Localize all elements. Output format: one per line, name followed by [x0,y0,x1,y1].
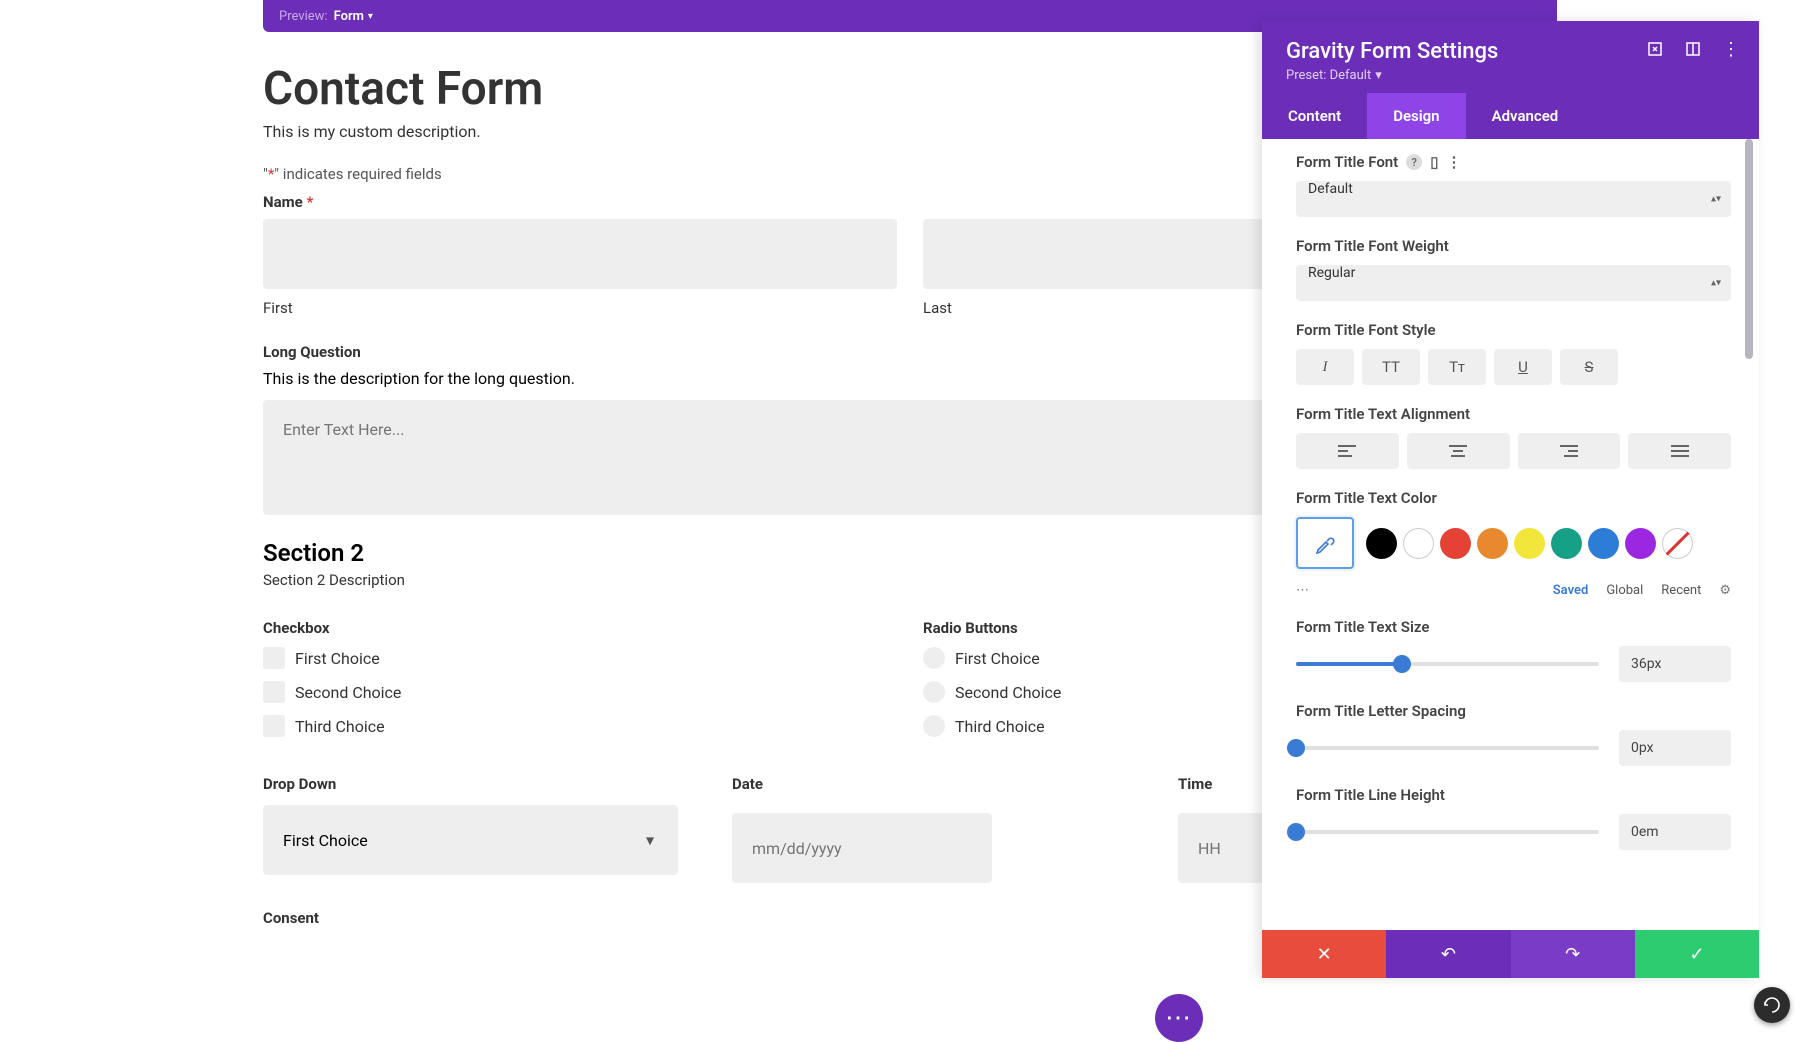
more-icon[interactable]: ⋮ [1447,153,1462,171]
uppercase-button[interactable]: TT [1362,349,1420,385]
help-bubble[interactable] [1754,987,1790,1023]
more-icon[interactable]: ⋮ [1723,41,1739,57]
panel-header: Gravity Form Settings Preset: Default▾ ⋮ [1262,21,1759,93]
lineheight-slider[interactable] [1296,822,1599,842]
first-name-input[interactable] [263,219,897,289]
eyedropper-button[interactable] [1296,517,1354,569]
color-swatch-none[interactable] [1662,528,1693,559]
checkbox-icon[interactable] [263,647,285,669]
color-swatch-white[interactable] [1403,528,1434,559]
checkbox-choice[interactable]: Third Choice [263,715,897,737]
dropdown-label: Drop Down [263,775,678,793]
redo-button[interactable]: ↷ [1511,930,1635,978]
dock-icon[interactable] [1685,41,1701,57]
weight-select[interactable]: Regular▴▾ [1296,265,1731,301]
radio-icon[interactable] [923,715,945,737]
color-swatch-red[interactable] [1440,528,1471,559]
style-label: Form Title Font Style [1296,321,1731,339]
checkbox-label: Checkbox [263,619,897,637]
color-swatch-yellow[interactable] [1514,528,1545,559]
lineheight-value[interactable]: 0em [1619,814,1731,850]
preview-label: Preview: [279,9,328,24]
preset-dropdown[interactable]: Preset: Default▾ [1286,68,1735,83]
dropdown-select[interactable]: ▾ [263,805,678,875]
weight-label: Form Title Font Weight [1296,237,1731,255]
close-button[interactable]: ✕ [1262,930,1386,978]
module-options-button[interactable]: ⋯ [1155,994,1203,1042]
italic-button[interactable]: I [1296,349,1354,385]
radio-icon[interactable] [923,647,945,669]
preview-value[interactable]: Form [334,9,364,24]
font-label: Form Title Font [1296,153,1398,171]
align-left-button[interactable] [1296,433,1399,469]
tab-content[interactable]: Content [1262,93,1367,139]
size-slider[interactable] [1296,654,1599,674]
dropdown-input[interactable] [263,805,678,875]
color-swatch-teal[interactable] [1551,528,1582,559]
size-label: Form Title Text Size [1296,618,1731,636]
settings-body: Form Title Font ? ▯ ⋮ Default▴▾ Form Tit… [1262,139,1759,930]
align-right-button[interactable] [1518,433,1621,469]
chevron-down-icon[interactable]: ▾ [368,11,373,22]
tab-advanced[interactable]: Advanced [1466,93,1759,139]
panel-footer: ✕ ↶ ↷ ✓ [1262,930,1759,978]
date-input[interactable] [732,813,992,883]
color-swatch-purple[interactable] [1625,528,1656,559]
color-swatch-black[interactable] [1366,528,1397,559]
alignment-label: Form Title Text Alignment [1296,405,1731,423]
font-select[interactable]: Default▴▾ [1296,181,1731,217]
color-tab-global[interactable]: Global [1606,583,1643,598]
color-tab-saved[interactable]: Saved [1553,583,1589,598]
color-swatch-blue[interactable] [1588,528,1619,559]
color-swatch-orange[interactable] [1477,528,1508,559]
checkbox-icon[interactable] [263,715,285,737]
align-justify-button[interactable] [1628,433,1731,469]
radio-icon[interactable] [923,681,945,703]
underline-button[interactable]: U [1494,349,1552,385]
chevron-down-icon: ▾ [1375,68,1382,83]
spacing-label: Form Title Letter Spacing [1296,702,1731,720]
tab-design[interactable]: Design [1367,93,1465,139]
spacing-value[interactable]: 0px [1619,730,1731,766]
spacing-slider[interactable] [1296,738,1599,758]
strikethrough-button[interactable]: S [1560,349,1618,385]
align-center-button[interactable] [1407,433,1510,469]
smallcaps-button[interactable]: Tᴛ [1428,349,1486,385]
undo-button[interactable]: ↶ [1386,930,1510,978]
expand-icon[interactable] [1647,41,1663,57]
gear-icon[interactable]: ⚙ [1719,583,1731,598]
help-icon[interactable]: ? [1406,154,1422,170]
checkbox-icon[interactable] [263,681,285,703]
more-colors-button[interactable]: ⋯ [1296,583,1535,598]
lineheight-label: Form Title Line Height [1296,786,1731,804]
updown-icon: ▴▾ [1711,278,1721,289]
date-label: Date [732,775,992,793]
settings-panel: Gravity Form Settings Preset: Default▾ ⋮… [1262,21,1759,978]
checkbox-choice[interactable]: First Choice [263,647,897,669]
updown-icon: ▴▾ [1711,194,1721,205]
color-label: Form Title Text Color [1296,489,1731,507]
size-value[interactable]: 36px [1619,646,1731,682]
chevron-down-icon[interactable]: ▾ [646,831,654,850]
first-name-sublabel: First [263,299,897,317]
panel-tabs: Content Design Advanced [1262,93,1759,139]
color-tab-recent[interactable]: Recent [1661,583,1701,598]
responsive-icon[interactable]: ▯ [1430,153,1438,171]
save-button[interactable]: ✓ [1635,930,1759,978]
checkbox-choice[interactable]: Second Choice [263,681,897,703]
